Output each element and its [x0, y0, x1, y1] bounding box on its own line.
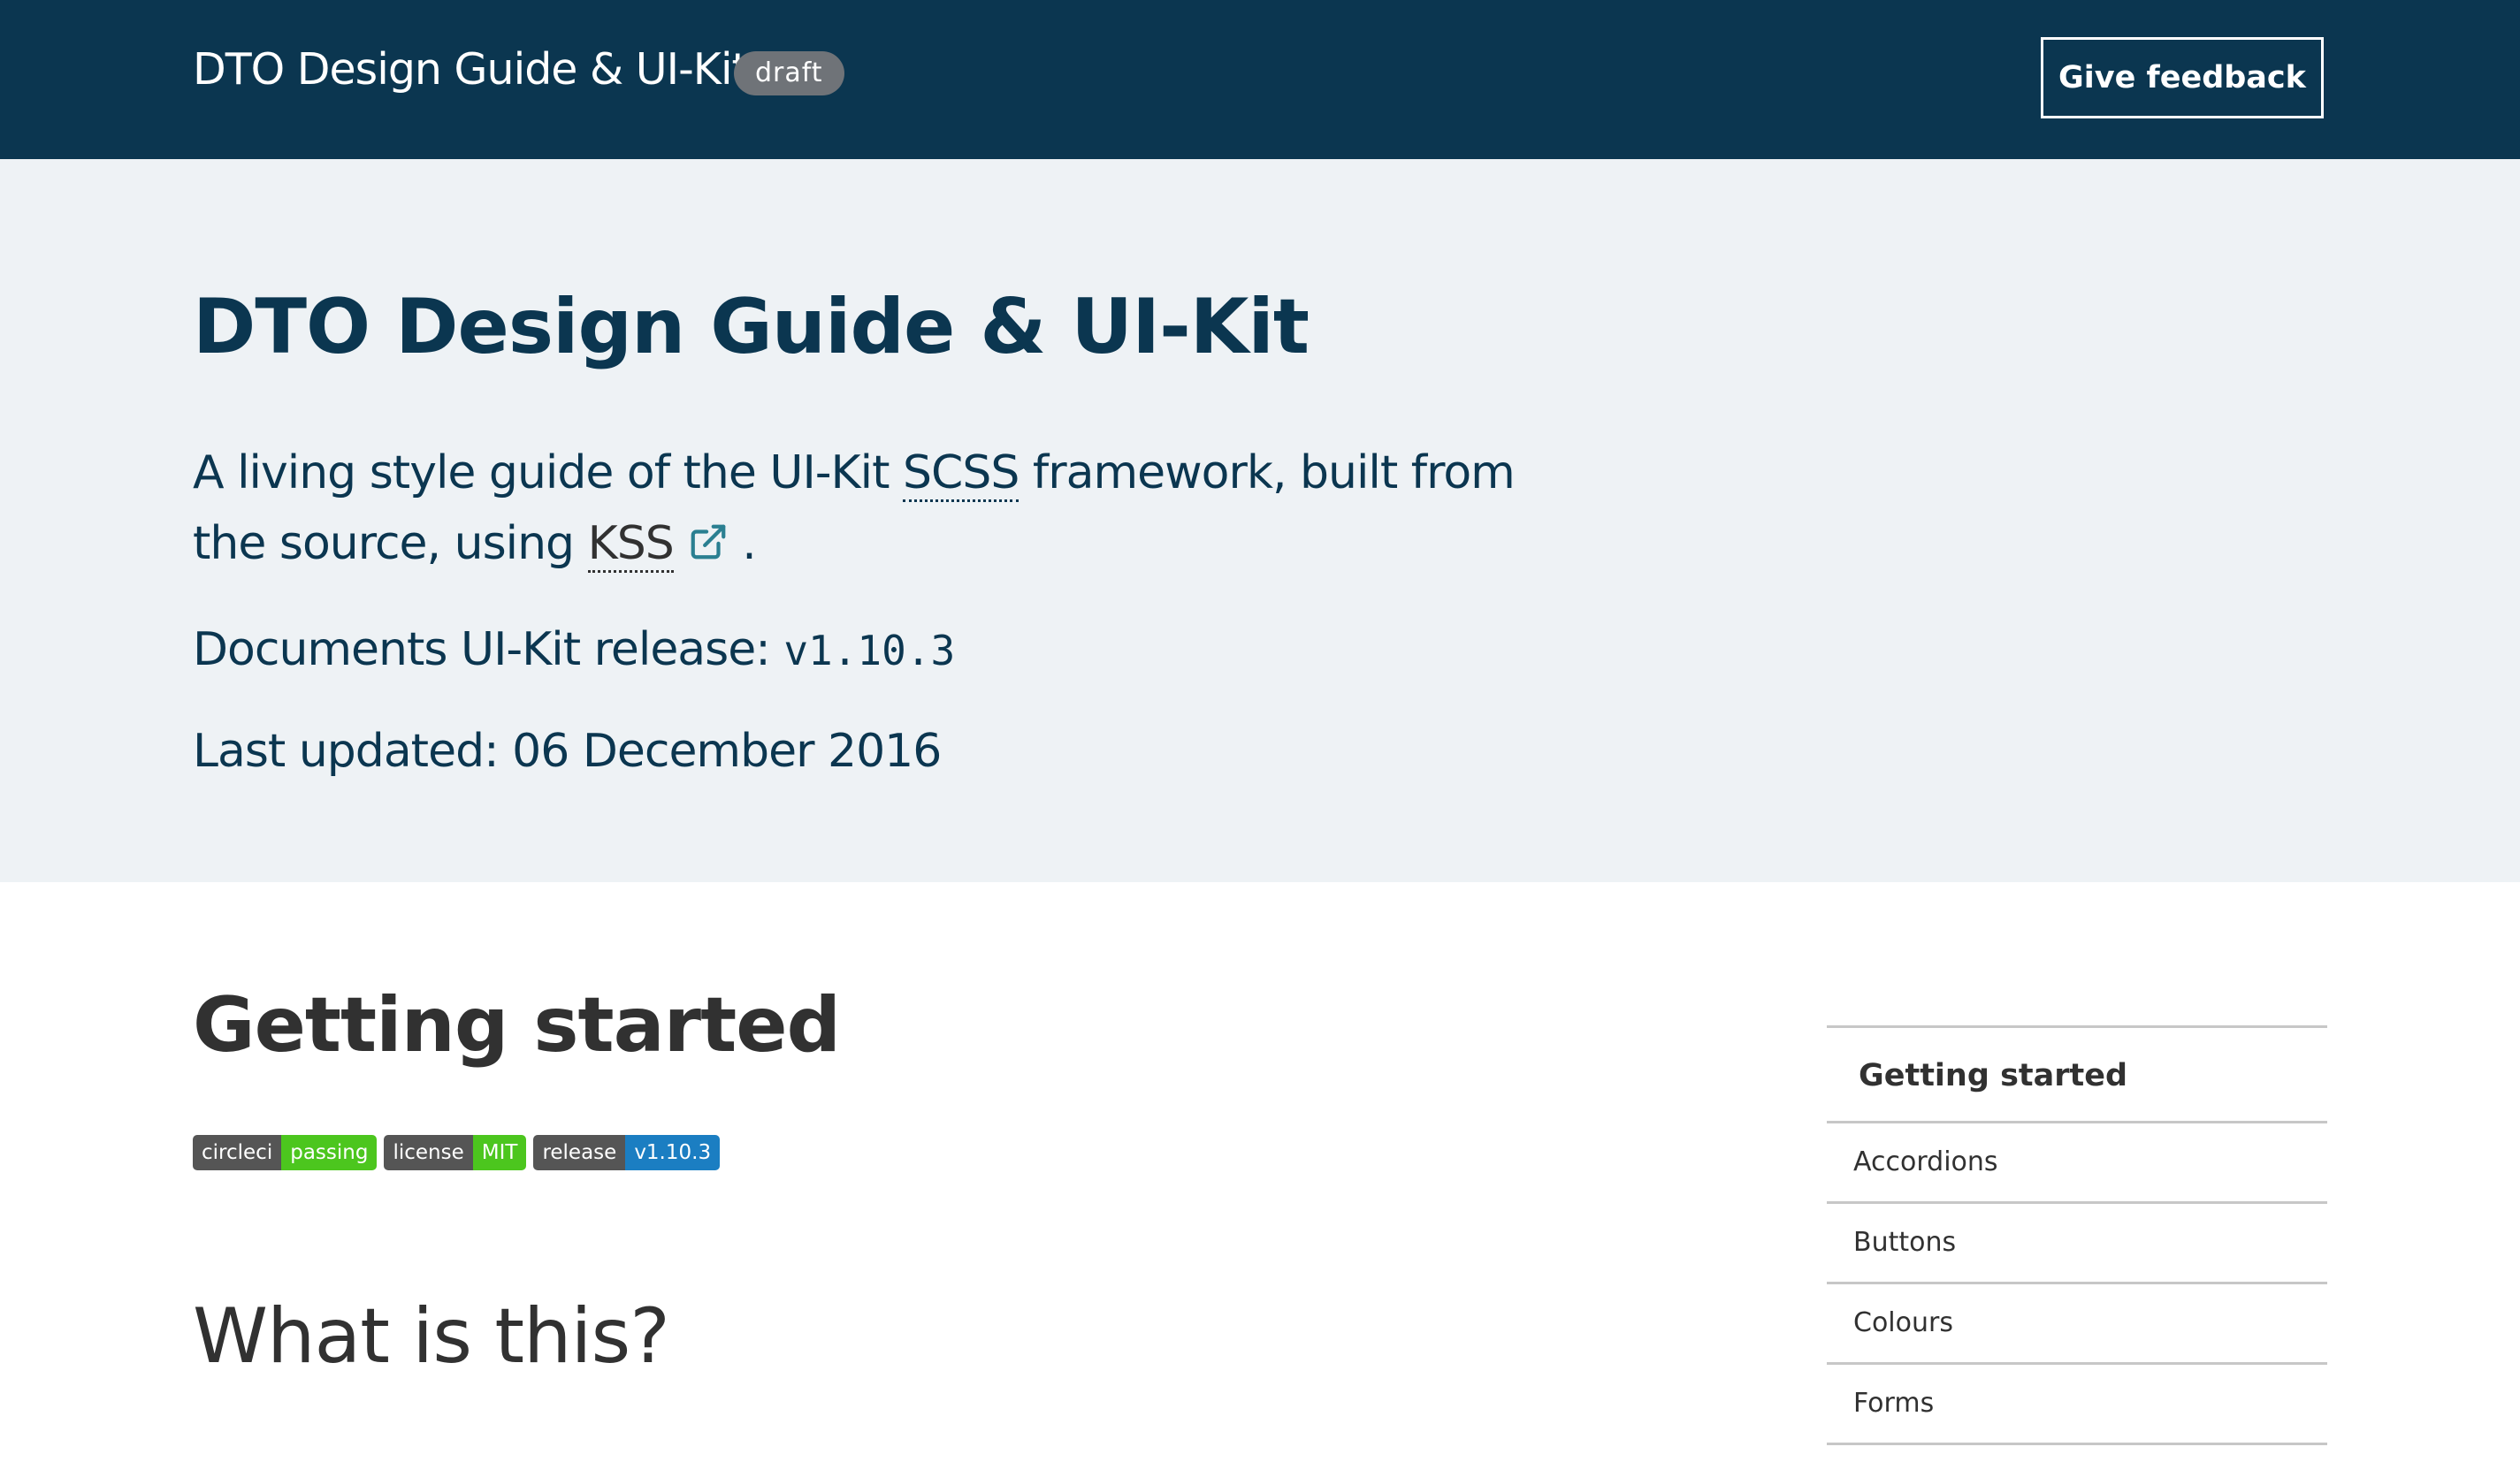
release-badge-value: v1.10.3: [625, 1135, 721, 1170]
license-badge-value: MIT: [472, 1135, 527, 1170]
hero-desc-text-3: .: [728, 517, 757, 570]
release-label: Documents UI-Kit release:: [193, 623, 784, 676]
hero-desc-text-1: A living style guide of the UI-Kit: [193, 446, 904, 499]
what-is-this-heading: What is this?: [193, 1292, 670, 1381]
release-line: Documents UI-Kit release: v1.10.3: [193, 623, 955, 676]
release-badge-label: release: [533, 1135, 626, 1170]
sidebar-item-buttons[interactable]: Buttons: [1827, 1204, 2327, 1284]
hero-section: DTO Design Guide & UI-Kit A living style…: [0, 159, 2520, 882]
status-badges: circleci passing license MIT release v1.…: [193, 1135, 721, 1170]
give-feedback-button[interactable]: Give feedback: [2041, 37, 2324, 118]
sidebar-item-accordions[interactable]: Accordions: [1827, 1123, 2327, 1204]
sidebar-item-colours[interactable]: Colours: [1827, 1284, 2327, 1365]
license-badge[interactable]: license MIT: [384, 1135, 527, 1170]
site-title[interactable]: DTO Design Guide & UI-Kit: [193, 44, 749, 95]
last-updated: Last updated: 06 December 2016: [193, 725, 942, 778]
release-badge[interactable]: release v1.10.3: [533, 1135, 721, 1170]
external-link-icon[interactable]: [688, 522, 729, 562]
release-version: v1.10.3: [783, 627, 956, 674]
site-header: DTO Design Guide & UI-Kit draft Give fee…: [0, 0, 2520, 159]
hero-description: A living style guide of the UI-Kit SCSS …: [193, 438, 1572, 579]
draft-badge: draft: [734, 51, 844, 95]
circleci-badge[interactable]: circleci passing: [193, 1135, 378, 1170]
sidebar-item-getting-started[interactable]: Getting started: [1827, 1028, 2327, 1123]
hero-title: DTO Design Guide & UI-Kit: [193, 283, 1310, 371]
license-badge-label: license: [384, 1135, 473, 1170]
kss-link[interactable]: KSS: [587, 517, 675, 573]
side-navigation: Getting started Accordions Buttons Colou…: [1827, 1025, 2327, 1445]
getting-started-heading: Getting started: [193, 981, 841, 1070]
sidebar-item-forms[interactable]: Forms: [1827, 1365, 2327, 1445]
circleci-badge-value: passing: [281, 1135, 378, 1170]
scss-abbreviation: SCSS: [903, 446, 1019, 502]
circleci-badge-label: circleci: [193, 1135, 282, 1170]
